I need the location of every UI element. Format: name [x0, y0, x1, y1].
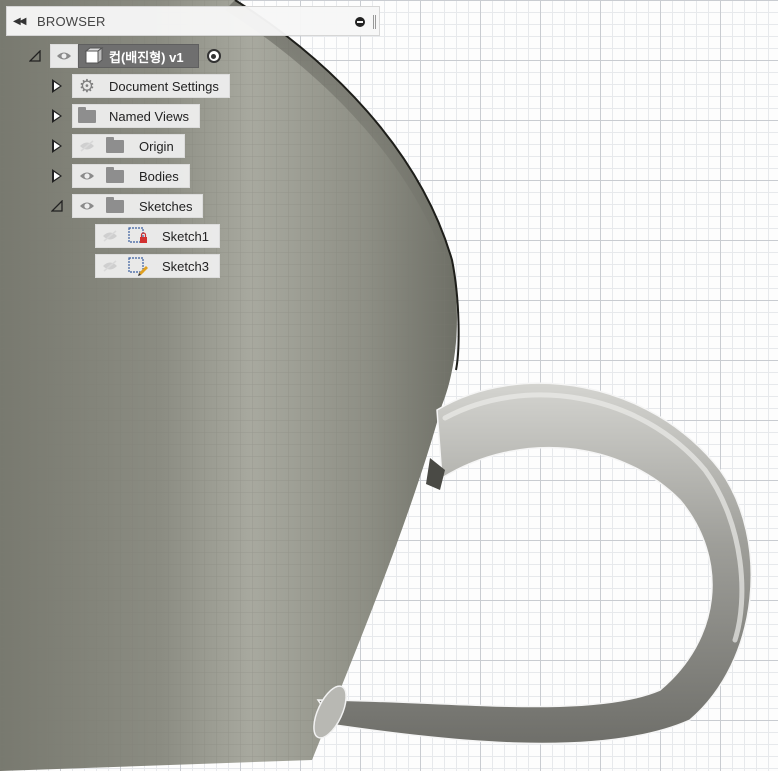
item-label: Bodies — [139, 168, 179, 184]
gear-icon: ⚙ — [78, 76, 96, 96]
folder-icon — [73, 105, 101, 127]
sketch1-node[interactable]: Sketch1 — [95, 224, 220, 248]
folder-icon — [101, 195, 129, 217]
collapse-toggle[interactable] — [46, 193, 68, 219]
sketch3-node[interactable]: Sketch3 — [95, 254, 220, 278]
item-label: Document Settings — [109, 78, 219, 94]
collapsed-triangle-icon — [52, 79, 62, 93]
resize-grip-icon[interactable] — [373, 15, 376, 29]
pin-panel-icon[interactable] — [355, 17, 365, 27]
root-component-label: 컵(배진형) v1 — [109, 49, 184, 65]
eye-hidden-icon[interactable] — [96, 255, 124, 277]
root-component-node[interactable]: 컵(배진형) v1 — [78, 44, 199, 68]
item-label: Sketches — [139, 198, 193, 214]
browser-item-sketch1[interactable]: Sketch1 — [95, 223, 220, 249]
eye-icon[interactable] — [73, 195, 101, 217]
item-label: Sketch1 — [162, 228, 209, 244]
item-label: Sketch3 — [162, 258, 209, 274]
collapsed-triangle-icon — [52, 169, 62, 183]
expanded-triangle-icon — [29, 50, 41, 62]
root-visibility-toggle[interactable] — [50, 44, 78, 68]
origin-node[interactable]: Origin — [72, 134, 185, 158]
expanded-triangle-icon — [51, 200, 63, 212]
eye-hidden-icon[interactable] — [96, 225, 124, 247]
component-icon — [79, 45, 109, 67]
sketch-locked-icon — [124, 225, 152, 247]
sketches-node[interactable]: Sketches — [72, 194, 204, 218]
eye-icon — [56, 51, 72, 61]
document-settings-node[interactable]: ⚙ Document Settings — [72, 74, 230, 98]
browser-item-document-settings[interactable]: ⚙ Document Settings — [46, 73, 230, 99]
browser-item-sketch3[interactable]: Sketch3 — [95, 253, 220, 279]
item-label: Named Views — [109, 108, 189, 124]
browser-root-row[interactable]: 컵(배진형) v1 — [24, 43, 221, 69]
collapse-browser-icon[interactable]: ◀◀ — [13, 16, 33, 27]
browser-item-named-views[interactable]: Named Views — [46, 103, 200, 129]
expand-toggle[interactable] — [46, 103, 68, 129]
browser-title: BROWSER — [37, 13, 106, 29]
folder-icon — [101, 135, 129, 157]
browser-item-sketches[interactable]: Sketches — [46, 193, 204, 219]
sketch-edit-icon — [124, 255, 152, 277]
eye-icon[interactable] — [73, 165, 101, 187]
expand-toggle[interactable] — [46, 163, 68, 189]
collapsed-triangle-icon — [52, 109, 62, 123]
browser-item-origin[interactable]: Origin — [46, 133, 185, 159]
folder-icon — [101, 165, 129, 187]
collapsed-triangle-icon — [52, 139, 62, 153]
named-views-node[interactable]: Named Views — [72, 104, 200, 128]
activate-component-radio[interactable] — [206, 49, 221, 63]
expand-toggle[interactable] — [46, 73, 68, 99]
browser-item-bodies[interactable]: Bodies — [46, 163, 190, 189]
root-expand-toggle[interactable] — [24, 43, 46, 69]
item-label: Origin — [139, 138, 174, 154]
expand-toggle[interactable] — [46, 133, 68, 159]
browser-panel-header: ◀◀ BROWSER — [6, 6, 380, 36]
eye-hidden-icon[interactable] — [73, 135, 101, 157]
bodies-node[interactable]: Bodies — [72, 164, 190, 188]
